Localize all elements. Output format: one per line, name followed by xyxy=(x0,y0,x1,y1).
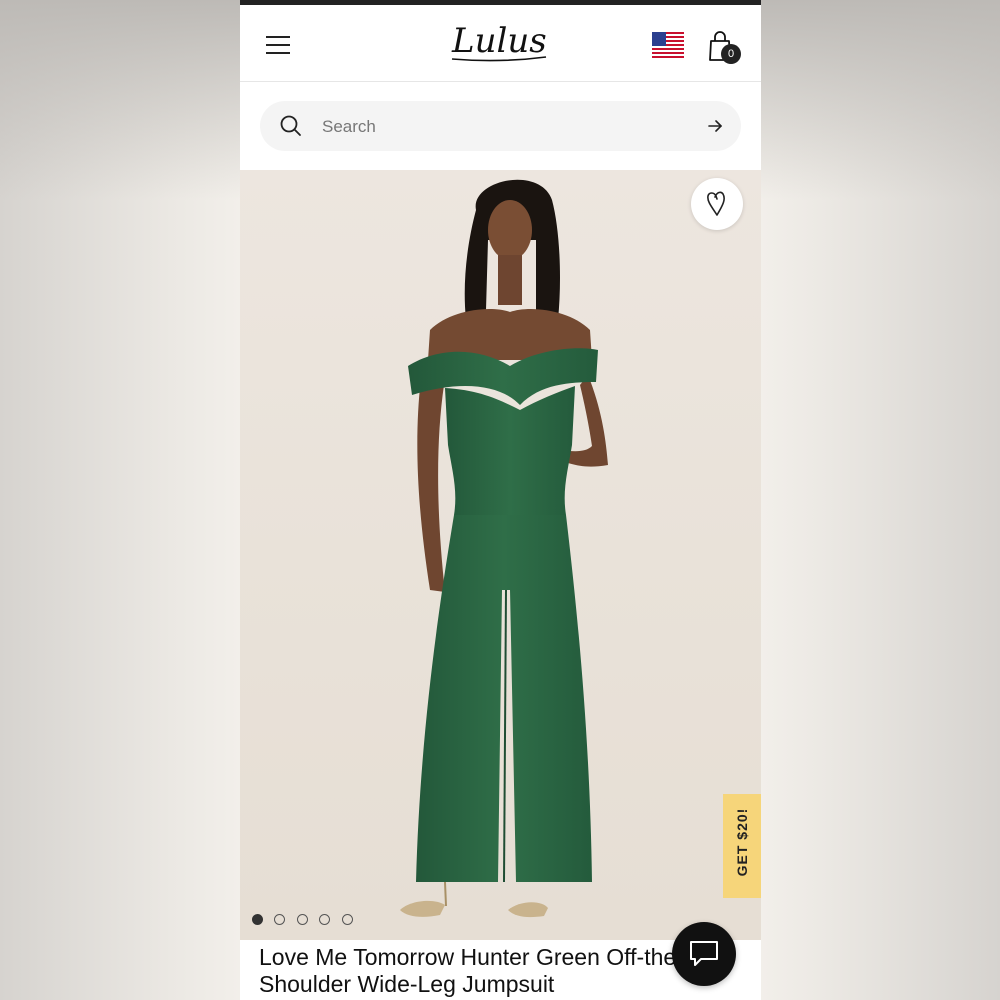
product-photo xyxy=(400,179,608,918)
carousel-dot-1[interactable] xyxy=(252,914,263,925)
favorite-button[interactable] xyxy=(691,178,743,230)
arrow-right-icon[interactable] xyxy=(706,117,724,135)
promo-tab[interactable]: GET $20! xyxy=(723,794,761,898)
product-title: Love Me Tomorrow Hunter Green Off-the-Sh… xyxy=(259,944,684,997)
chat-button[interactable] xyxy=(672,922,736,986)
carousel-dot-2[interactable] xyxy=(274,914,285,925)
logo-text: Lulus xyxy=(451,21,547,61)
promo-label: GET $20! xyxy=(734,807,750,877)
lulus-logo[interactable]: Lulus xyxy=(450,19,550,65)
menu-button[interactable] xyxy=(266,36,290,54)
search-input[interactable] xyxy=(320,101,684,153)
heart-icon xyxy=(707,191,725,216)
search-bar[interactable] xyxy=(260,101,741,153)
cart-count-badge: 0 xyxy=(721,44,741,64)
carousel-dot-5[interactable] xyxy=(342,914,353,925)
carousel-dot-4[interactable] xyxy=(319,914,330,925)
mobile-page: Lulus 0 Search GET $20! Love Me Tomorrow… xyxy=(240,0,761,1000)
site-header: Lulus 0 xyxy=(240,5,761,82)
us-flag-icon[interactable] xyxy=(652,32,684,58)
product-image-carousel[interactable] xyxy=(240,170,761,940)
carousel-dot-3[interactable] xyxy=(297,914,308,925)
search-icon xyxy=(280,115,301,136)
chat-bubble-icon xyxy=(690,941,718,966)
hamburger-icon xyxy=(266,36,290,38)
